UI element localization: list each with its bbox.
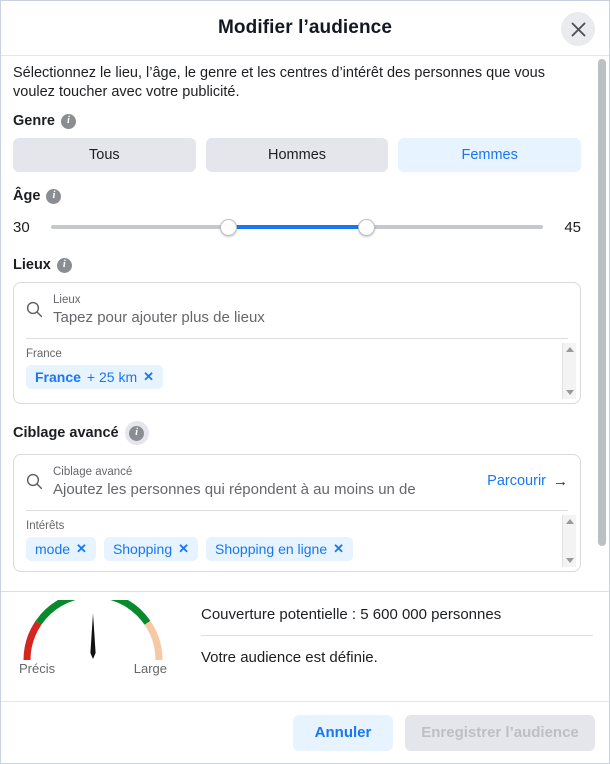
age-label-text: Âge bbox=[13, 188, 41, 204]
age-range-slider[interactable] bbox=[51, 217, 543, 237]
advanced-input[interactable]: Ajoutez les personnes qui répondent à au… bbox=[53, 480, 473, 500]
close-icon[interactable]: ✕ bbox=[143, 369, 154, 385]
chip-name: France bbox=[35, 369, 81, 385]
locations-input[interactable]: Tapez pour ajouter plus de lieux bbox=[53, 308, 568, 328]
dialog-header: Modifier l’audience bbox=[1, 1, 609, 56]
chip-name: Shopping en ligne bbox=[215, 541, 328, 557]
age-section-label: Âge i bbox=[13, 188, 581, 204]
gauge-label-broad: Large bbox=[133, 661, 167, 676]
gender-section-label: Genre i bbox=[13, 113, 581, 129]
locations-label-text: Lieux bbox=[13, 257, 51, 273]
locations-section-label: Lieux i bbox=[13, 257, 581, 273]
search-icon bbox=[26, 473, 43, 495]
locations-scrollbar[interactable] bbox=[562, 343, 576, 399]
advanced-field-label: Ciblage avancé bbox=[53, 466, 133, 478]
locations-search-row[interactable]: Lieux Tapez pour ajouter plus de lieux bbox=[14, 283, 580, 338]
slider-handle-max[interactable] bbox=[357, 219, 375, 236]
info-icon[interactable]: i bbox=[46, 188, 62, 204]
triangle-up-icon[interactable] bbox=[563, 343, 577, 356]
gauge-label-precise: Précis bbox=[19, 661, 56, 676]
chip-name: Shopping bbox=[112, 541, 173, 557]
summary-text-block: Couverture potentielle : 5 600 000 perso… bbox=[201, 592, 609, 666]
locations-chip-list: France + 25 km ✕ bbox=[26, 365, 552, 389]
close-icon[interactable]: ✕ bbox=[76, 541, 87, 557]
interest-chip-shopping[interactable]: Shopping ✕ bbox=[103, 537, 199, 561]
gender-option-femmes[interactable]: Femmes bbox=[398, 138, 582, 172]
close-icon[interactable]: ✕ bbox=[333, 541, 344, 557]
advanced-chips-area: Intérêts mode ✕ Shopping ✕ Shopping en l… bbox=[14, 511, 580, 571]
potential-reach-text: Couverture potentielle : 5 600 000 perso… bbox=[201, 606, 593, 636]
search-icon bbox=[26, 301, 43, 323]
interest-chip-shopping-en-ligne[interactable]: Shopping en ligne ✕ bbox=[206, 537, 354, 561]
close-icon bbox=[570, 21, 587, 38]
audience-summary: Précis Large Couverture potentielle : 5 … bbox=[1, 590, 609, 701]
intro-text: Sélectionnez le lieu, l’âge, le genre et… bbox=[13, 65, 545, 100]
gender-label-text: Genre bbox=[13, 113, 55, 129]
dialog-scrollbar[interactable] bbox=[597, 59, 607, 546]
gauge-meter bbox=[23, 590, 163, 661]
locations-field-box: Lieux Tapez pour ajouter plus de lieux F… bbox=[13, 282, 581, 404]
location-chip-france[interactable]: France + 25 km ✕ bbox=[26, 365, 164, 389]
info-icon[interactable]: i bbox=[60, 113, 76, 129]
browse-label: Parcourir bbox=[487, 473, 546, 489]
slider-selected-range bbox=[225, 225, 364, 229]
dialog-footer: Annuler Enregistrer l’audience bbox=[1, 701, 609, 763]
locations-input-wrap: Lieux Tapez pour ajouter plus de lieux bbox=[53, 294, 568, 328]
advanced-section-label: Ciblage avancé i bbox=[13, 421, 581, 445]
chip-radius: + 25 km bbox=[86, 369, 138, 385]
interest-chip-list: mode ✕ Shopping ✕ Shopping en ligne ✕ bbox=[26, 537, 552, 561]
locations-category-label: France bbox=[26, 348, 62, 360]
gauge-labels: Précis Large bbox=[19, 661, 167, 676]
advanced-search-row[interactable]: Ciblage avancé Ajoutez les personnes qui… bbox=[14, 455, 580, 510]
scrollbar-thumb[interactable] bbox=[598, 59, 606, 546]
info-icon-wrapper[interactable]: i bbox=[124, 421, 149, 445]
browse-button[interactable]: Parcourir → bbox=[487, 473, 568, 489]
close-button[interactable] bbox=[561, 12, 595, 46]
age-max-value: 45 bbox=[564, 218, 581, 236]
gender-option-tous[interactable]: Tous bbox=[13, 138, 196, 172]
save-audience-button[interactable]: Enregistrer l’audience bbox=[405, 714, 595, 751]
advanced-label-text: Ciblage avancé bbox=[13, 425, 119, 441]
interest-chip-mode[interactable]: mode ✕ bbox=[26, 537, 96, 561]
age-slider-row: 30 45 bbox=[13, 215, 581, 239]
close-icon[interactable]: ✕ bbox=[178, 541, 189, 557]
interests-category-label: Intérêts bbox=[26, 520, 65, 532]
advanced-field-box: Ciblage avancé Ajoutez les personnes qui… bbox=[13, 454, 581, 572]
locations-chips-area: France France + 25 km ✕ bbox=[14, 339, 580, 403]
dialog-body: Sélectionnez le lieu, l’âge, le genre et… bbox=[1, 56, 609, 591]
arrow-right-icon: → bbox=[553, 472, 568, 490]
advanced-input-wrap: Ciblage avancé Ajoutez les personnes qui… bbox=[53, 466, 473, 500]
audience-status-text: Votre audience est définie. bbox=[201, 649, 378, 666]
slider-handle-min[interactable] bbox=[220, 219, 238, 236]
advanced-scrollbar[interactable] bbox=[562, 515, 576, 567]
audience-gauge: Précis Large bbox=[1, 590, 201, 676]
triangle-down-icon[interactable] bbox=[563, 386, 577, 399]
cancel-button[interactable]: Annuler bbox=[293, 714, 393, 751]
info-icon[interactable]: i bbox=[56, 257, 72, 273]
age-min-value: 30 bbox=[13, 218, 30, 236]
triangle-up-icon[interactable] bbox=[563, 515, 577, 528]
locations-field-label: Lieux bbox=[53, 294, 81, 306]
gender-option-hommes[interactable]: Hommes bbox=[205, 138, 389, 172]
page-title: Modifier l’audience bbox=[218, 17, 392, 38]
gender-options: Tous Hommes Femmes bbox=[13, 138, 582, 172]
chip-name: mode bbox=[35, 541, 71, 557]
edit-audience-dialog: Modifier l’audience Sélectionnez le lieu… bbox=[0, 0, 610, 764]
info-icon[interactable]: i bbox=[129, 425, 145, 441]
triangle-down-icon[interactable] bbox=[563, 554, 577, 567]
